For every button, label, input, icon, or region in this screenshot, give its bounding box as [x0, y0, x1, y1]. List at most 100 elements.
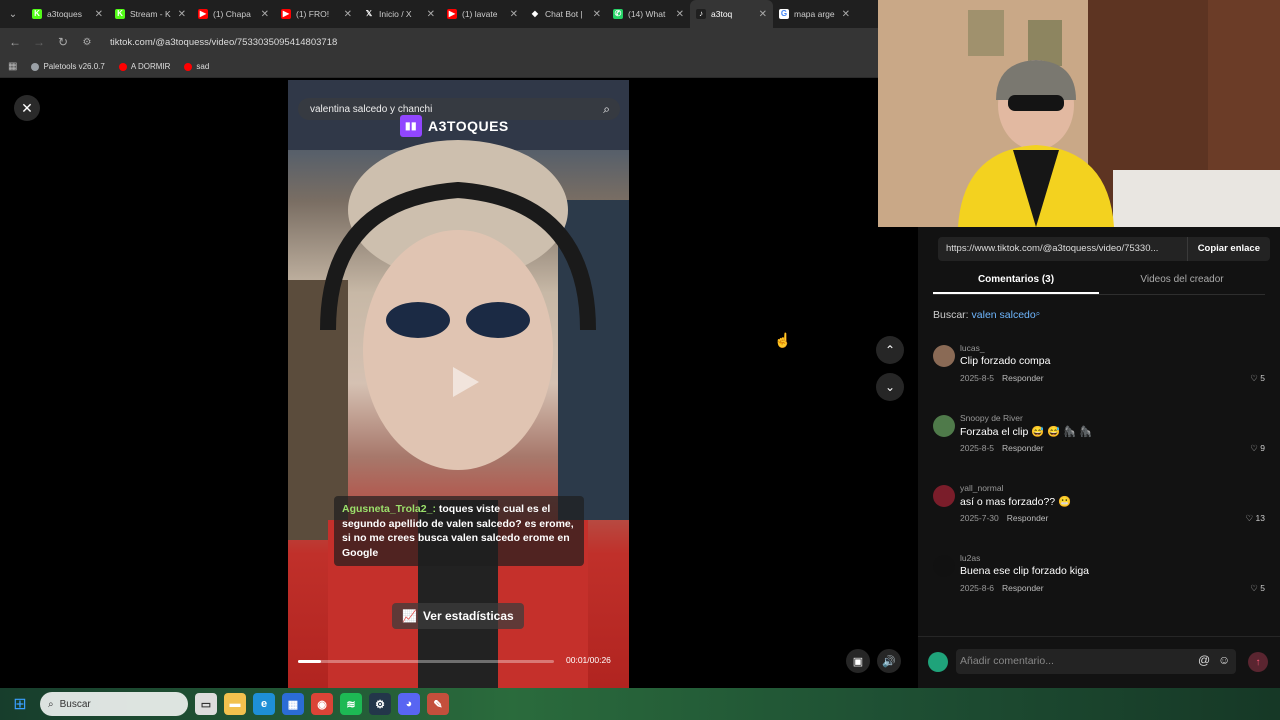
close-tab-icon[interactable]: ✕	[510, 9, 518, 20]
tab-creator-videos[interactable]: Videos del creador	[1099, 267, 1265, 294]
mention-icon[interactable]: @	[1198, 653, 1210, 667]
reply-button[interactable]: Responder	[1002, 373, 1044, 383]
url-text[interactable]: tiktok.com/@a3toquess/video/753303509541…	[110, 37, 337, 48]
twitch-logo-icon: ▮▮	[400, 115, 422, 137]
paint-icon[interactable]: ✎	[427, 693, 449, 715]
comment-item: lu2as Buena ese clip forzado kiga 2025-8-6…	[933, 553, 1265, 623]
tab-comments[interactable]: Comentarios (3)	[933, 267, 1099, 294]
pip-icon[interactable]: ▣	[846, 649, 870, 673]
close-tab-icon[interactable]: ✕	[95, 9, 103, 20]
related-search-term[interactable]: valen salcedo	[972, 309, 1036, 321]
comment-meta: 2025-8-5 Responder	[960, 443, 1044, 453]
tab-favicon-icon: ▶	[447, 9, 457, 19]
close-tab-icon[interactable]: ✕	[344, 9, 352, 20]
browser-tab-strip: ⌄ Ka3toques ✕ K Stream - K ✕ ▶ (1) Chapa ✕ ▶ (1) …	[0, 0, 878, 28]
tab-title: mapa arge	[794, 9, 835, 19]
browser-tab[interactable]: ✆ (14) What ✕	[607, 0, 690, 28]
channel-name: A3TOQUES	[428, 118, 509, 134]
bookmark-item[interactable]: Paletools v26.0.7	[31, 62, 105, 71]
file-explorer-icon[interactable]: ▬	[224, 693, 246, 715]
browser-tab[interactable]: ▶ (1) lavate ✕	[441, 0, 524, 28]
like-button[interactable]: ♡ 9	[1250, 443, 1265, 454]
emoji-icon[interactable]: ☺	[1218, 653, 1230, 667]
view-stats-button[interactable]: 📈 Ver estadísticas	[392, 603, 524, 629]
avatar[interactable]	[933, 485, 955, 507]
bookmark-item[interactable]: sad	[184, 62, 209, 71]
apps-grid-icon[interactable]: ▦	[8, 61, 17, 72]
browser-tab[interactable]: K Stream - K ✕	[109, 0, 192, 28]
close-tab-icon[interactable]: ✕	[178, 9, 186, 20]
comment-username[interactable]: lu2as	[960, 553, 980, 563]
address-bar: ← → ↻ ⚙ tiktok.com/@a3toquess/video/7533…	[0, 28, 878, 56]
bookmark-item[interactable]: A DORMIR	[118, 62, 170, 71]
comment-username[interactable]: lucas_	[960, 343, 985, 353]
edge-icon[interactable]: e	[253, 693, 275, 715]
browser-tab[interactable]: Gmapa arge ✕	[773, 0, 856, 28]
chat-username: Agusneta_Trola2_:	[342, 503, 436, 515]
close-icon[interactable]: ✕	[14, 95, 40, 121]
back-arrow-icon[interactable]: ←	[8, 35, 22, 49]
volume-icon[interactable]: 🔊	[877, 649, 901, 673]
comment-meta: 2025-8-5 Responder	[960, 373, 1044, 383]
reply-button[interactable]: Responder	[1007, 513, 1049, 523]
store-icon[interactable]: ▦	[282, 693, 304, 715]
avatar[interactable]	[933, 345, 955, 367]
close-tab-icon[interactable]: ✕	[261, 9, 269, 20]
close-tab-icon[interactable]: ✕	[593, 9, 601, 20]
browser-tab[interactable]: 𝕏 Inicio / X ✕	[358, 0, 441, 28]
spotify-icon[interactable]: ≋	[340, 693, 362, 715]
tab-search-chevron-icon[interactable]: ⌄	[0, 0, 26, 28]
close-tab-icon[interactable]: ✕	[842, 9, 850, 20]
browser-tab[interactable]: ◆ Chat Bot | ✕	[524, 0, 607, 28]
tab-title: Chat Bot |	[545, 9, 583, 19]
next-video-chevron-down-icon[interactable]: ⌄	[876, 373, 904, 401]
tab-favicon-icon: ♪	[696, 9, 706, 19]
like-button[interactable]: ♡ 5	[1250, 373, 1265, 384]
comment-input[interactable]: Añadir comentario...	[956, 649, 1236, 674]
play-icon[interactable]	[443, 362, 483, 402]
send-icon[interactable]: ↑	[1248, 652, 1268, 672]
comment-date: 2025-8-6	[960, 583, 995, 593]
like-button[interactable]: ♡ 5	[1250, 583, 1265, 594]
video-search-text: valentina salcedo y chanchi	[310, 103, 433, 115]
comment-item: Snoopy de River Forzaba el clip 😅 😅 🦍 🦍 20…	[933, 413, 1265, 483]
share-link-row: https://www.tiktok.com/@a3toquess/video/…	[938, 237, 1270, 261]
site-info-icon[interactable]: ⚙	[80, 37, 94, 48]
taskbar-search[interactable]: ⌕ Buscar	[40, 692, 188, 716]
browser-tab[interactable]: ▶ (1) FRO! ✕	[275, 0, 358, 28]
avatar[interactable]	[933, 415, 955, 437]
bookmark-favicon-icon	[184, 62, 193, 71]
browser-tab[interactable]: ▶ (1) Chapa ✕	[192, 0, 275, 28]
comment-username[interactable]: yall_normal	[960, 483, 1003, 493]
discord-icon[interactable]: ◕	[398, 693, 420, 715]
chrome-icon[interactable]: ◉	[311, 693, 333, 715]
reload-icon[interactable]: ↻	[56, 35, 70, 49]
browser-tab[interactable]: Ka3toques ✕	[26, 0, 109, 28]
mouse-cursor-icon: ☝	[774, 332, 792, 348]
windows-start-icon[interactable]: ⊞	[0, 688, 40, 720]
close-tab-icon[interactable]: ✕	[427, 9, 435, 20]
related-search[interactable]: Buscar: valen salcedo⌕	[933, 309, 1040, 321]
close-tab-icon[interactable]: ✕	[676, 9, 684, 20]
reply-button[interactable]: Responder	[1002, 443, 1044, 453]
steam-icon[interactable]: ⚙	[369, 693, 391, 715]
bookmark-favicon-icon	[118, 62, 127, 71]
reply-button[interactable]: Responder	[1002, 583, 1044, 593]
like-count: 5	[1260, 373, 1265, 383]
share-url[interactable]: https://www.tiktok.com/@a3toquess/video/…	[938, 237, 1187, 261]
search-icon: ⌕	[48, 698, 54, 710]
video-player[interactable]: valentina salcedo y chanchi ⌕ ▮▮ A3TOQUE…	[288, 80, 629, 688]
forward-arrow-icon[interactable]: →	[32, 35, 46, 49]
browser-tab[interactable]: ♪ a3toq ✕	[690, 0, 773, 28]
video-progress-bar[interactable]	[298, 660, 554, 663]
like-button[interactable]: ♡ 13	[1246, 513, 1265, 524]
comment-username[interactable]: Snoopy de River	[960, 413, 1023, 423]
comment-text: Clip forzado compa	[960, 355, 1051, 367]
previous-video-chevron-up-icon[interactable]: ⌃	[876, 336, 904, 364]
copy-link-button[interactable]: Copiar enlace	[1186, 237, 1270, 261]
avatar[interactable]	[933, 555, 955, 577]
comment-meta: 2025-7-30 Responder	[960, 513, 1048, 523]
close-tab-icon[interactable]: ✕	[759, 9, 767, 20]
tab-title: Stream - K	[130, 9, 171, 19]
task-view-icon[interactable]: ▭	[195, 693, 217, 715]
